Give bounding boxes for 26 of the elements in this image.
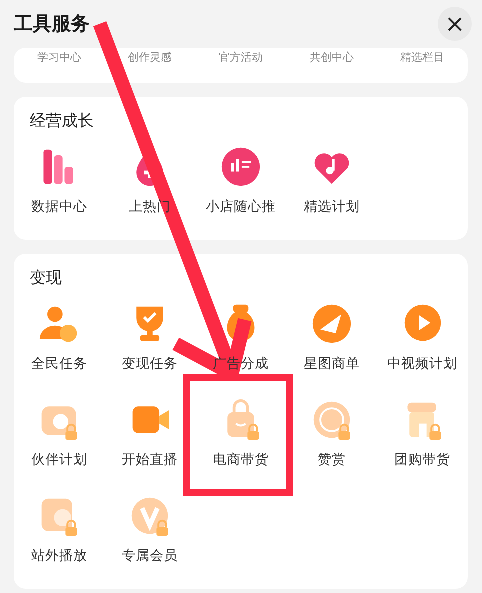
- tool-label[interactable]: 中视频计划: [388, 355, 458, 373]
- tool-label[interactable]: 精选计划: [304, 198, 360, 216]
- tool-label[interactable]: 创作灵感: [104, 48, 196, 65]
- tool-label[interactable]: 赞赏: [318, 451, 346, 469]
- section-title: 变现: [29, 268, 63, 289]
- section-title: 经营成长: [29, 111, 95, 132]
- bars-circle-icon[interactable]: [220, 146, 262, 188]
- paper-plane-icon[interactable]: [310, 303, 353, 345]
- tool-label[interactable]: 小店随心推: [206, 198, 276, 216]
- close-button[interactable]: ×: [438, 7, 472, 41]
- tool-label[interactable]: 变现任务: [122, 355, 178, 373]
- tool-label[interactable]: 学习中心: [14, 48, 105, 65]
- tool-label[interactable]: 精选栏目: [377, 48, 468, 65]
- tool-label[interactable]: 开始直播: [122, 451, 178, 469]
- tool-label[interactable]: 官方活动: [196, 48, 286, 65]
- tool-label[interactable]: 站外播放: [31, 547, 88, 565]
- tool-label[interactable]: 伙伴计划: [31, 451, 88, 469]
- tool-label[interactable]: 团购带货: [394, 451, 451, 469]
- tool-label[interactable]: 专属会员: [122, 547, 178, 565]
- tool-label[interactable]: 数据中心: [31, 198, 88, 216]
- tool-label[interactable]: 星图商单: [304, 355, 360, 373]
- panel-title: 工具服务: [14, 12, 90, 37]
- tool-label[interactable]: 全民任务: [31, 355, 88, 373]
- tool-label[interactable]: 共创中心: [286, 48, 378, 65]
- tool-label[interactable]: 电商带货: [212, 451, 269, 469]
- tool-label[interactable]: 广告分成: [212, 355, 269, 373]
